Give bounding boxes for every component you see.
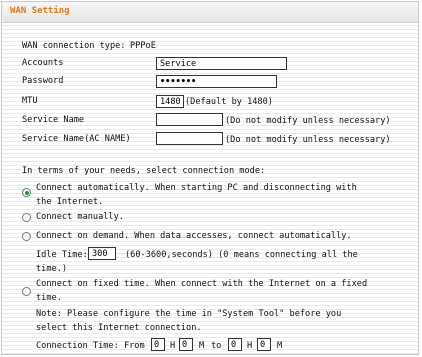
wan-type-label: WAN connection type:	[22, 41, 126, 51]
mtu-input[interactable]	[156, 95, 184, 108]
mode-fixed-radio[interactable]	[22, 287, 31, 296]
ac-name-hint: (Do not modify unless necessary)	[225, 135, 391, 145]
mode-auto-label: Connect automatically. When starting PC …	[36, 183, 357, 193]
service-name-input[interactable]	[156, 113, 223, 126]
mode-auto-label-cont: the Internet.	[36, 197, 104, 207]
page-title: WAN Setting	[10, 6, 70, 16]
mode-auto-radio[interactable]	[22, 188, 31, 197]
to-minute-input[interactable]	[257, 338, 271, 351]
connection-time-label: Connection Time: From	[36, 341, 145, 351]
service-name-hint: (Do not modify unless necessary)	[225, 116, 391, 126]
from-hour-unit: H	[170, 341, 176, 351]
mode-manual-radio[interactable]	[22, 213, 31, 222]
mode-demand-label: Connect on demand. When data accesses, c…	[36, 231, 352, 241]
idle-time-label: Idle Time:	[36, 250, 88, 260]
to-hour-unit: H	[247, 341, 253, 351]
ac-name-label: Service Name(AC NAME)	[22, 134, 131, 144]
service-name-label: Service Name	[22, 115, 85, 125]
password-input[interactable]	[156, 75, 277, 88]
note-text-cont: select this Internet connection.	[36, 323, 202, 333]
from-minute-unit: M	[199, 341, 205, 351]
mode-fixed-label: Connect on fixed time. When connect with…	[36, 279, 368, 289]
note-text: Note: Please configure the time in "Syst…	[36, 309, 342, 319]
idle-time-input[interactable]	[88, 247, 116, 260]
password-label: Password	[22, 76, 64, 86]
idle-time-hint: (60-3600,seconds) (0 means connecting al…	[125, 250, 358, 260]
from-minute-input[interactable]	[179, 338, 193, 351]
to-minute-unit: M	[277, 341, 283, 351]
idle-time-hint-cont: time.)	[36, 264, 68, 274]
mode-intro-text: In terms of your needs, select connectio…	[22, 166, 266, 176]
mode-manual-label: Connect manually.	[36, 212, 124, 222]
from-hour-input[interactable]	[151, 338, 165, 351]
wan-type-value: PPPoE	[130, 41, 156, 51]
panel-header: WAN Setting	[2, 2, 418, 23]
accounts-label: Accounts	[22, 58, 64, 68]
mode-demand-radio[interactable]	[22, 232, 31, 241]
wan-setting-panel: WAN Setting WAN connection type: PPPoE A…	[1, 1, 419, 355]
accounts-input[interactable]	[156, 57, 287, 70]
to-hour-input[interactable]	[228, 338, 242, 351]
mtu-label: MTU	[22, 96, 38, 106]
mode-fixed-label-cont: time.	[36, 293, 62, 303]
ac-name-input[interactable]	[156, 132, 223, 145]
mtu-hint: (Default by 1480)	[185, 97, 273, 107]
to-label: to	[211, 341, 222, 351]
